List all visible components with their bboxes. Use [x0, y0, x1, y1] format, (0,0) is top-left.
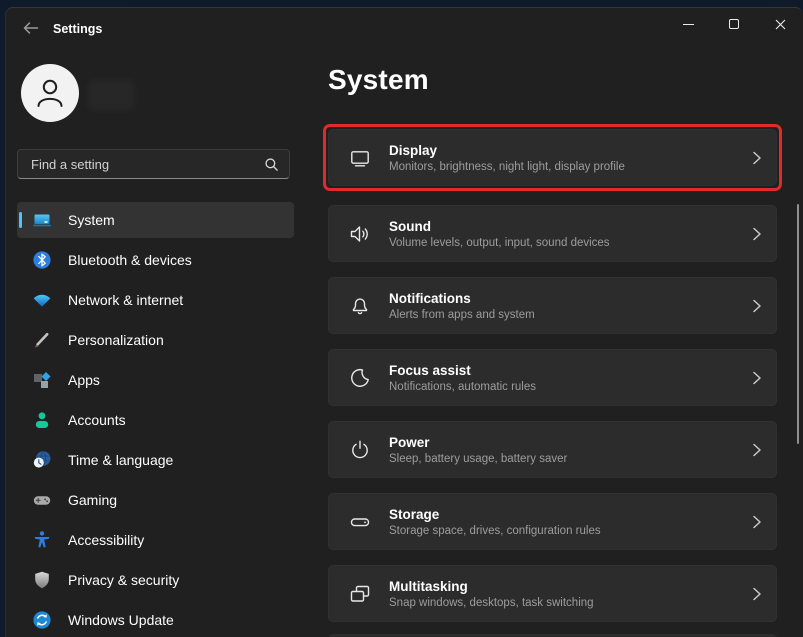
back-arrow-icon — [22, 21, 39, 35]
sidebar: System Bluetooth & devices Network & int… — [6, 48, 311, 637]
sidebar-item-label: System — [68, 212, 115, 228]
sidebar-item-network-internet[interactable]: Network & internet — [17, 282, 294, 318]
close-button[interactable] — [757, 8, 803, 40]
apps-icon — [32, 370, 52, 390]
search-icon — [264, 157, 279, 172]
minimize-icon — [683, 24, 694, 25]
redacted-username — [88, 80, 134, 110]
card-subtitle: Snap windows, desktops, task switching — [389, 597, 594, 609]
bluetooth-icon — [32, 250, 52, 270]
sidebar-item-label: Network & internet — [68, 292, 183, 308]
sidebar-item-personalization[interactable]: Personalization — [17, 322, 294, 358]
chevron-right-icon — [752, 371, 762, 385]
maximize-icon — [729, 19, 739, 29]
sidebar-item-bluetooth-devices[interactable]: Bluetooth & devices — [17, 242, 294, 278]
chevron-right-icon — [752, 227, 762, 241]
storage-icon — [348, 510, 372, 534]
notifications-icon — [348, 294, 372, 318]
settings-card-storage[interactable]: Storage Storage space, drives, configura… — [328, 493, 777, 550]
sidebar-item-label: Accessibility — [68, 532, 144, 548]
sidebar-item-label: Privacy & security — [68, 572, 179, 588]
titlebar: Settings — [6, 8, 803, 48]
settings-window: Settings — [5, 7, 803, 637]
settings-card-sound[interactable]: Sound Volume levels, output, input, soun… — [328, 205, 777, 262]
card-subtitle: Sleep, battery usage, battery saver — [389, 453, 567, 465]
card-subtitle: Volume levels, output, input, sound devi… — [389, 237, 610, 249]
page-title: System — [328, 64, 429, 96]
system-icon — [32, 210, 52, 230]
focus-assist-icon — [348, 366, 372, 390]
search-input[interactable] — [31, 157, 264, 172]
card-title: Multitasking — [389, 579, 594, 594]
card-title: Notifications — [389, 291, 535, 306]
sidebar-item-label: Personalization — [68, 332, 164, 348]
sidebar-item-gaming[interactable]: Gaming — [17, 482, 294, 518]
sidebar-item-accessibility[interactable]: Accessibility — [17, 522, 294, 558]
sidebar-item-label: Accounts — [68, 412, 126, 428]
sidebar-item-label: Time & language — [68, 452, 173, 468]
card-title: Power — [389, 435, 567, 450]
chevron-right-icon — [752, 151, 762, 165]
app-title: Settings — [53, 22, 102, 36]
chevron-right-icon — [752, 299, 762, 313]
sidebar-item-apps[interactable]: Apps — [17, 362, 294, 398]
user-icon — [30, 73, 70, 113]
card-title: Storage — [389, 507, 601, 522]
settings-card-display[interactable]: Display Monitors, brightness, night ligh… — [328, 129, 777, 186]
sidebar-item-label: Apps — [68, 372, 100, 388]
maximize-button[interactable] — [711, 8, 757, 40]
sidebar-item-system[interactable]: System — [17, 202, 294, 238]
display-icon — [348, 146, 372, 170]
settings-card-notifications[interactable]: Notifications Alerts from apps and syste… — [328, 277, 777, 334]
window-controls — [665, 8, 803, 40]
settings-card-multitasking[interactable]: Multitasking Snap windows, desktops, tas… — [328, 565, 777, 622]
sidebar-item-windows-update[interactable]: Windows Update — [17, 602, 294, 637]
settings-card-focus-assist[interactable]: Focus assist Notifications, automatic ru… — [328, 349, 777, 406]
search-box — [17, 149, 290, 179]
sidebar-item-time-language[interactable]: Time & language — [17, 442, 294, 478]
sidebar-nav: System Bluetooth & devices Network & int… — [17, 202, 294, 637]
windows-update-icon — [32, 610, 52, 630]
sidebar-item-privacy-security[interactable]: Privacy & security — [17, 562, 294, 598]
time-language-icon — [32, 450, 52, 470]
accounts-icon — [32, 410, 52, 430]
card-subtitle: Notifications, automatic rules — [389, 381, 536, 393]
back-button[interactable] — [17, 17, 43, 39]
sidebar-item-accounts[interactable]: Accounts — [17, 402, 294, 438]
card-subtitle: Storage space, drives, configuration rul… — [389, 525, 601, 537]
card-subtitle: Alerts from apps and system — [389, 309, 535, 321]
sound-icon — [348, 222, 372, 246]
card-title: Display — [389, 143, 625, 158]
accessibility-icon — [32, 530, 52, 550]
chevron-right-icon — [752, 443, 762, 457]
chevron-right-icon — [752, 587, 762, 601]
sidebar-item-label: Windows Update — [68, 612, 174, 628]
power-icon — [348, 438, 372, 462]
privacy-security-icon — [32, 570, 52, 590]
network-icon — [32, 290, 52, 310]
settings-card-power[interactable]: Power Sleep, battery usage, battery save… — [328, 421, 777, 478]
avatar[interactable] — [21, 64, 79, 122]
personalization-icon — [32, 330, 52, 350]
close-icon — [775, 19, 786, 30]
highlight-annotation-box: Display Monitors, brightness, night ligh… — [323, 124, 782, 191]
card-subtitle: Monitors, brightness, night light, displ… — [389, 161, 625, 173]
scrollbar-thumb[interactable] — [797, 204, 799, 444]
multitasking-icon — [348, 582, 372, 606]
gaming-icon — [32, 490, 52, 510]
chevron-right-icon — [752, 515, 762, 529]
card-title: Focus assist — [389, 363, 536, 378]
sidebar-item-label: Gaming — [68, 492, 117, 508]
selection-accent-pill — [19, 212, 22, 228]
card-title: Sound — [389, 219, 610, 234]
sidebar-item-label: Bluetooth & devices — [68, 252, 192, 268]
minimize-button[interactable] — [665, 8, 711, 40]
